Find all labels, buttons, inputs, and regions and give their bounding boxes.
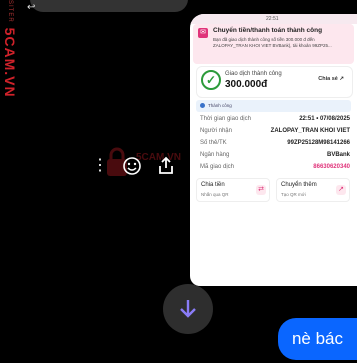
bank-app-icon: ✉ — [198, 28, 208, 38]
previous-message-bubble[interactable] — [30, 0, 188, 12]
button-subtitle: Tạo QR mới — [281, 192, 306, 197]
detail-value: 86630620340 — [313, 164, 350, 170]
detail-label: Ngân hàng — [200, 152, 230, 158]
info-text: Thành công — [208, 103, 232, 108]
share-icon[interactable] — [156, 154, 178, 182]
detail-label: Số thẻ/TK — [200, 140, 227, 146]
split-money-button: Chia tiền Nhắn qua QR ⇄ — [196, 178, 270, 202]
transfer-icon: ↗ — [336, 185, 346, 195]
info-icon — [200, 103, 205, 108]
button-subtitle: Nhắn qua QR — [201, 192, 229, 197]
share-link-label: Chia sẻ — [318, 76, 338, 82]
reply-icon[interactable]: ↩ — [27, 2, 39, 14]
watermark-site: 5CAM.VN — [2, 27, 18, 98]
detail-value: 22:51 • 07/08/2025 — [299, 116, 350, 122]
detail-row: Người nhận ZALOPAY_TRAN KHOI VIET — [200, 126, 350, 138]
scroll-down-button[interactable] — [163, 284, 213, 334]
side-watermark: SITER 5CAM.VN — [0, 0, 18, 100]
success-panel: ✓ Giao dịch thành công 300.000đ Chia sẻ … — [196, 66, 353, 98]
shared-image-receipt[interactable]: 22:51 ✉ Chuyển tiền/thanh toán thành côn… — [190, 14, 357, 286]
detail-value: BVBank — [326, 152, 350, 158]
outgoing-message-bubble[interactable]: nè bác — [278, 318, 357, 360]
watermark-small: SITER — [7, 0, 13, 23]
notification-title: Chuyển tiền/thanh toán thành công — [213, 27, 323, 34]
detail-row: Thời gian giao dịch 22:51 • 07/08/2025 — [200, 114, 350, 126]
notification-body: Bạn đã giao dịch thành công số tiền 300.… — [213, 37, 332, 48]
detail-value: ZALOPAY_TRAN KHOI VIET — [270, 128, 350, 134]
bank-notification: ✉ Chuyển tiền/thanh toán thành công Bạn … — [193, 24, 354, 64]
detail-label: Mã giao dịch — [200, 164, 235, 170]
success-label: Giao dịch thành công — [225, 71, 282, 77]
action-buttons: Chia tiền Nhắn qua QR ⇄ Chuyển thêm Tạo … — [196, 178, 351, 202]
more-vertical-icon[interactable]: ⋮ — [92, 154, 108, 178]
message-text: nè bác — [291, 329, 344, 348]
status-time: 22:51 — [266, 16, 279, 22]
info-box: Thành công — [196, 100, 351, 112]
detail-row: Mã giao dịch 86630620340 — [200, 162, 350, 174]
detail-row: Ngân hàng BVBank — [200, 150, 350, 162]
detail-label: Thời gian giao dịch — [200, 116, 251, 122]
button-title: Chuyển thêm — [281, 182, 317, 188]
status-bar: 22:51 — [190, 14, 357, 24]
share-link: Chia sẻ ↗ — [318, 76, 344, 82]
transfer-more-button: Chuyển thêm Tạo QR mới ↗ — [276, 178, 350, 202]
emoji-smile-icon[interactable] — [122, 154, 144, 182]
button-title: Chia tiền — [201, 182, 225, 188]
detail-value: 99ZP25128M98141266 — [287, 140, 350, 146]
arrow-down-icon — [180, 300, 196, 318]
split-icon: ⇄ — [256, 185, 266, 195]
detail-label: Người nhận — [200, 128, 232, 134]
check-circle-icon: ✓ — [201, 70, 221, 90]
success-amount: 300.000đ — [225, 79, 268, 90]
message-actions: ⋮ — [92, 154, 184, 178]
detail-row: Số thẻ/TK 99ZP25128M98141266 — [200, 138, 350, 150]
